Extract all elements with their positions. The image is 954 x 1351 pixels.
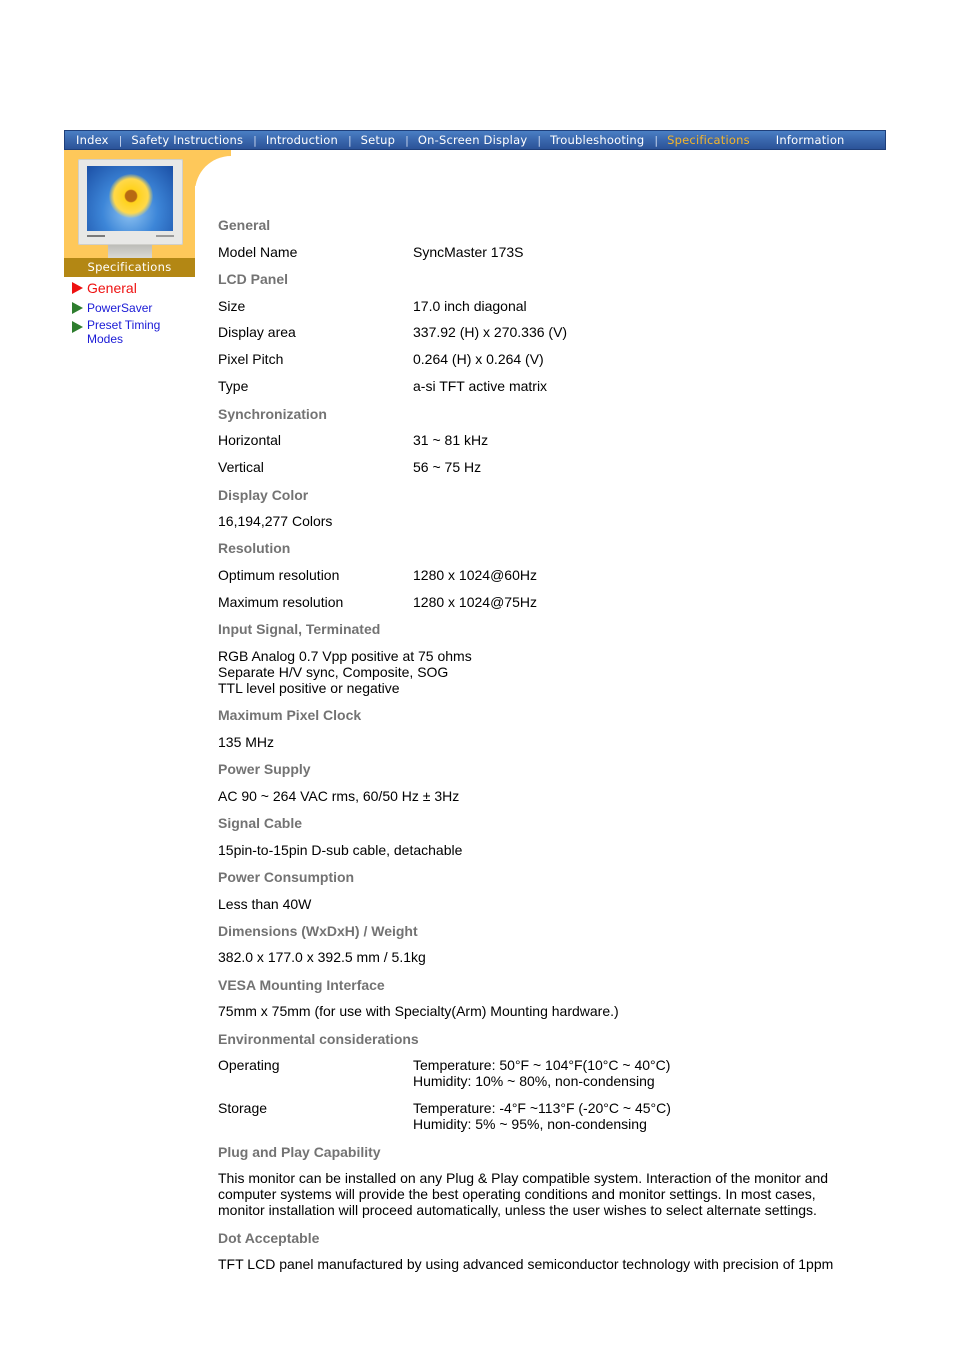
side-nav-powersaver[interactable]: PowerSaver <box>72 301 197 318</box>
spec-label: Vertical <box>218 459 264 475</box>
spec-value: 31 ~ 81 kHz <box>413 432 489 448</box>
arrow-right-icon <box>72 282 83 294</box>
spec-label: Storage <box>218 1100 268 1116</box>
spec-value: Less than 40W <box>218 896 312 912</box>
section-caption: Specifications <box>64 258 195 277</box>
nav-separator: | <box>537 133 542 147</box>
section-heading: Power Consumption <box>218 869 355 885</box>
spec-label: Model Name <box>218 244 298 260</box>
nav-index[interactable]: Index <box>76 133 109 147</box>
arrow-right-icon <box>72 321 83 333</box>
spec-value: 56 ~ 75 Hz <box>413 459 482 475</box>
spec-value: 0.264 (H) x 0.264 (V) <box>413 351 544 367</box>
spec-value: 382.0 x 177.0 x 392.5 mm / 5.1kg <box>218 949 426 965</box>
nav-separator: | <box>118 133 123 147</box>
nav-information[interactable]: Information <box>776 133 845 147</box>
spec-label: Pixel Pitch <box>218 351 284 367</box>
nav-safety-instructions[interactable]: Safety Instructions <box>131 133 243 147</box>
spec-value: Temperature: -4°F ~113°F (-20°C ~ 45°C) … <box>413 1100 873 1132</box>
section-heading: Dimensions (WxDxH) / Weight <box>218 923 418 939</box>
nav-on-screen-display[interactable]: On-Screen Display <box>418 133 527 147</box>
spec-value: a-si TFT active matrix <box>413 378 548 394</box>
spec-label: Horizontal <box>218 432 282 448</box>
nav-separator: | <box>253 133 257 147</box>
spec-value: 15pin-to-15pin D-sub cable, detachable <box>218 842 463 858</box>
monitor-icon <box>78 159 183 245</box>
section-heading: LCD Panel <box>218 271 289 287</box>
spec-value-line: RGB Analog 0.7 Vpp positive at 75 ohms <box>218 648 472 664</box>
monitor-screen <box>87 166 173 231</box>
spec-value: 17.0 inch diagonal <box>413 298 527 314</box>
section-heading: Synchronization <box>218 406 327 422</box>
spec-value-line: Temperature: 50°F ~ 104°F(10°C ~ 40°C) <box>413 1057 671 1073</box>
nav-separator: | <box>654 133 659 147</box>
spec-label: Maximum resolution <box>218 594 344 610</box>
spec-label: Size <box>218 298 246 314</box>
section-heading: Signal Cable <box>218 815 303 831</box>
side-nav: General PowerSaver Preset Timing Modes <box>72 280 197 346</box>
section-heading: Display Color <box>218 487 309 503</box>
side-nav-label: General <box>87 280 137 296</box>
spec-value-line: TTL level positive or negative <box>218 680 400 696</box>
spec-value-line: Humidity: 10% ~ 80%, non-condensing <box>413 1073 655 1089</box>
section-heading: VESA Mounting Interface <box>218 977 385 993</box>
nav-separator: | <box>347 133 352 147</box>
nav-troubleshooting[interactable]: Troubleshooting <box>550 133 644 147</box>
spec-value-line: Temperature: -4°F ~113°F (-20°C ~ 45°C) <box>413 1100 671 1116</box>
side-nav-label: PowerSaver <box>87 301 153 315</box>
nav-specifications[interactable]: Specifications <box>667 133 750 147</box>
flower-icon <box>109 174 153 218</box>
spec-label: Operating <box>218 1057 280 1073</box>
spec-value: Temperature: 50°F ~ 104°F(10°C ~ 40°C) H… <box>413 1057 873 1089</box>
spec-value: 135 MHz <box>218 734 275 750</box>
header-accent-corner <box>195 150 231 186</box>
section-image <box>64 150 195 258</box>
spec-row-input-signal: RGB Analog 0.7 Vpp positive at 75 ohms S… <box>218 648 878 696</box>
side-nav-preset-timing-modes[interactable]: Preset Timing Modes <box>72 318 197 346</box>
monitor-stand <box>108 245 152 258</box>
spec-value: 1280 x 1024@75Hz <box>413 594 537 610</box>
section-heading: Environmental considerations <box>218 1031 419 1047</box>
side-nav-general[interactable]: General <box>72 280 197 301</box>
side-nav-label: Modes <box>87 332 124 346</box>
section-heading: Plug and Play Capability <box>218 1144 381 1160</box>
spec-value: TFT LCD panel manufactured by using adva… <box>218 1256 834 1272</box>
section-heading: Resolution <box>218 540 291 556</box>
section-heading: General <box>218 217 271 233</box>
spec-value-line: computer systems will provide the best o… <box>218 1186 816 1202</box>
spec-value-line: Separate H/V sync, Composite, SOG <box>218 664 449 680</box>
section-heading: Maximum Pixel Clock <box>218 707 362 723</box>
top-nav-bar: Index | Safety Instructions | Introducti… <box>64 130 886 150</box>
spec-label: Optimum resolution <box>218 567 340 583</box>
spec-value: This monitor can be installed on any Plu… <box>218 1170 878 1218</box>
nav-separator: | <box>405 133 409 147</box>
spec-value: RGB Analog 0.7 Vpp positive at 75 ohms S… <box>218 648 858 696</box>
spec-value: 1280 x 1024@60Hz <box>413 567 537 583</box>
spec-label: Type <box>218 378 249 394</box>
nav-setup[interactable]: Setup <box>361 133 395 147</box>
arrow-right-icon <box>72 302 83 314</box>
spec-label: Display area <box>218 324 296 340</box>
spec-value: AC 90 ~ 264 VAC rms, 60/50 Hz ± 3Hz <box>218 788 460 804</box>
section-heading: Input Signal, Terminated <box>218 621 381 637</box>
nav-introduction[interactable]: Introduction <box>266 133 338 147</box>
spec-value: 337.92 (H) x 270.336 (V) <box>413 324 568 340</box>
spec-value-line: monitor installation will proceed automa… <box>218 1202 817 1218</box>
spec-value-line: This monitor can be installed on any Plu… <box>218 1170 829 1186</box>
spec-value: 16,194,277 Colors <box>218 513 333 529</box>
spec-value: SyncMaster 173S <box>413 244 524 260</box>
side-nav-label: Preset Timing <box>87 318 161 332</box>
section-heading: Dot Acceptable <box>218 1230 320 1246</box>
monitor-brand-mark <box>87 235 105 237</box>
spec-value: 75mm x 75mm (for use with Specialty(Arm)… <box>218 1003 619 1019</box>
monitor-model-mark <box>156 235 174 237</box>
spec-value-line: Humidity: 5% ~ 95%, non-condensing <box>413 1116 647 1132</box>
section-heading: Power Supply <box>218 761 311 777</box>
